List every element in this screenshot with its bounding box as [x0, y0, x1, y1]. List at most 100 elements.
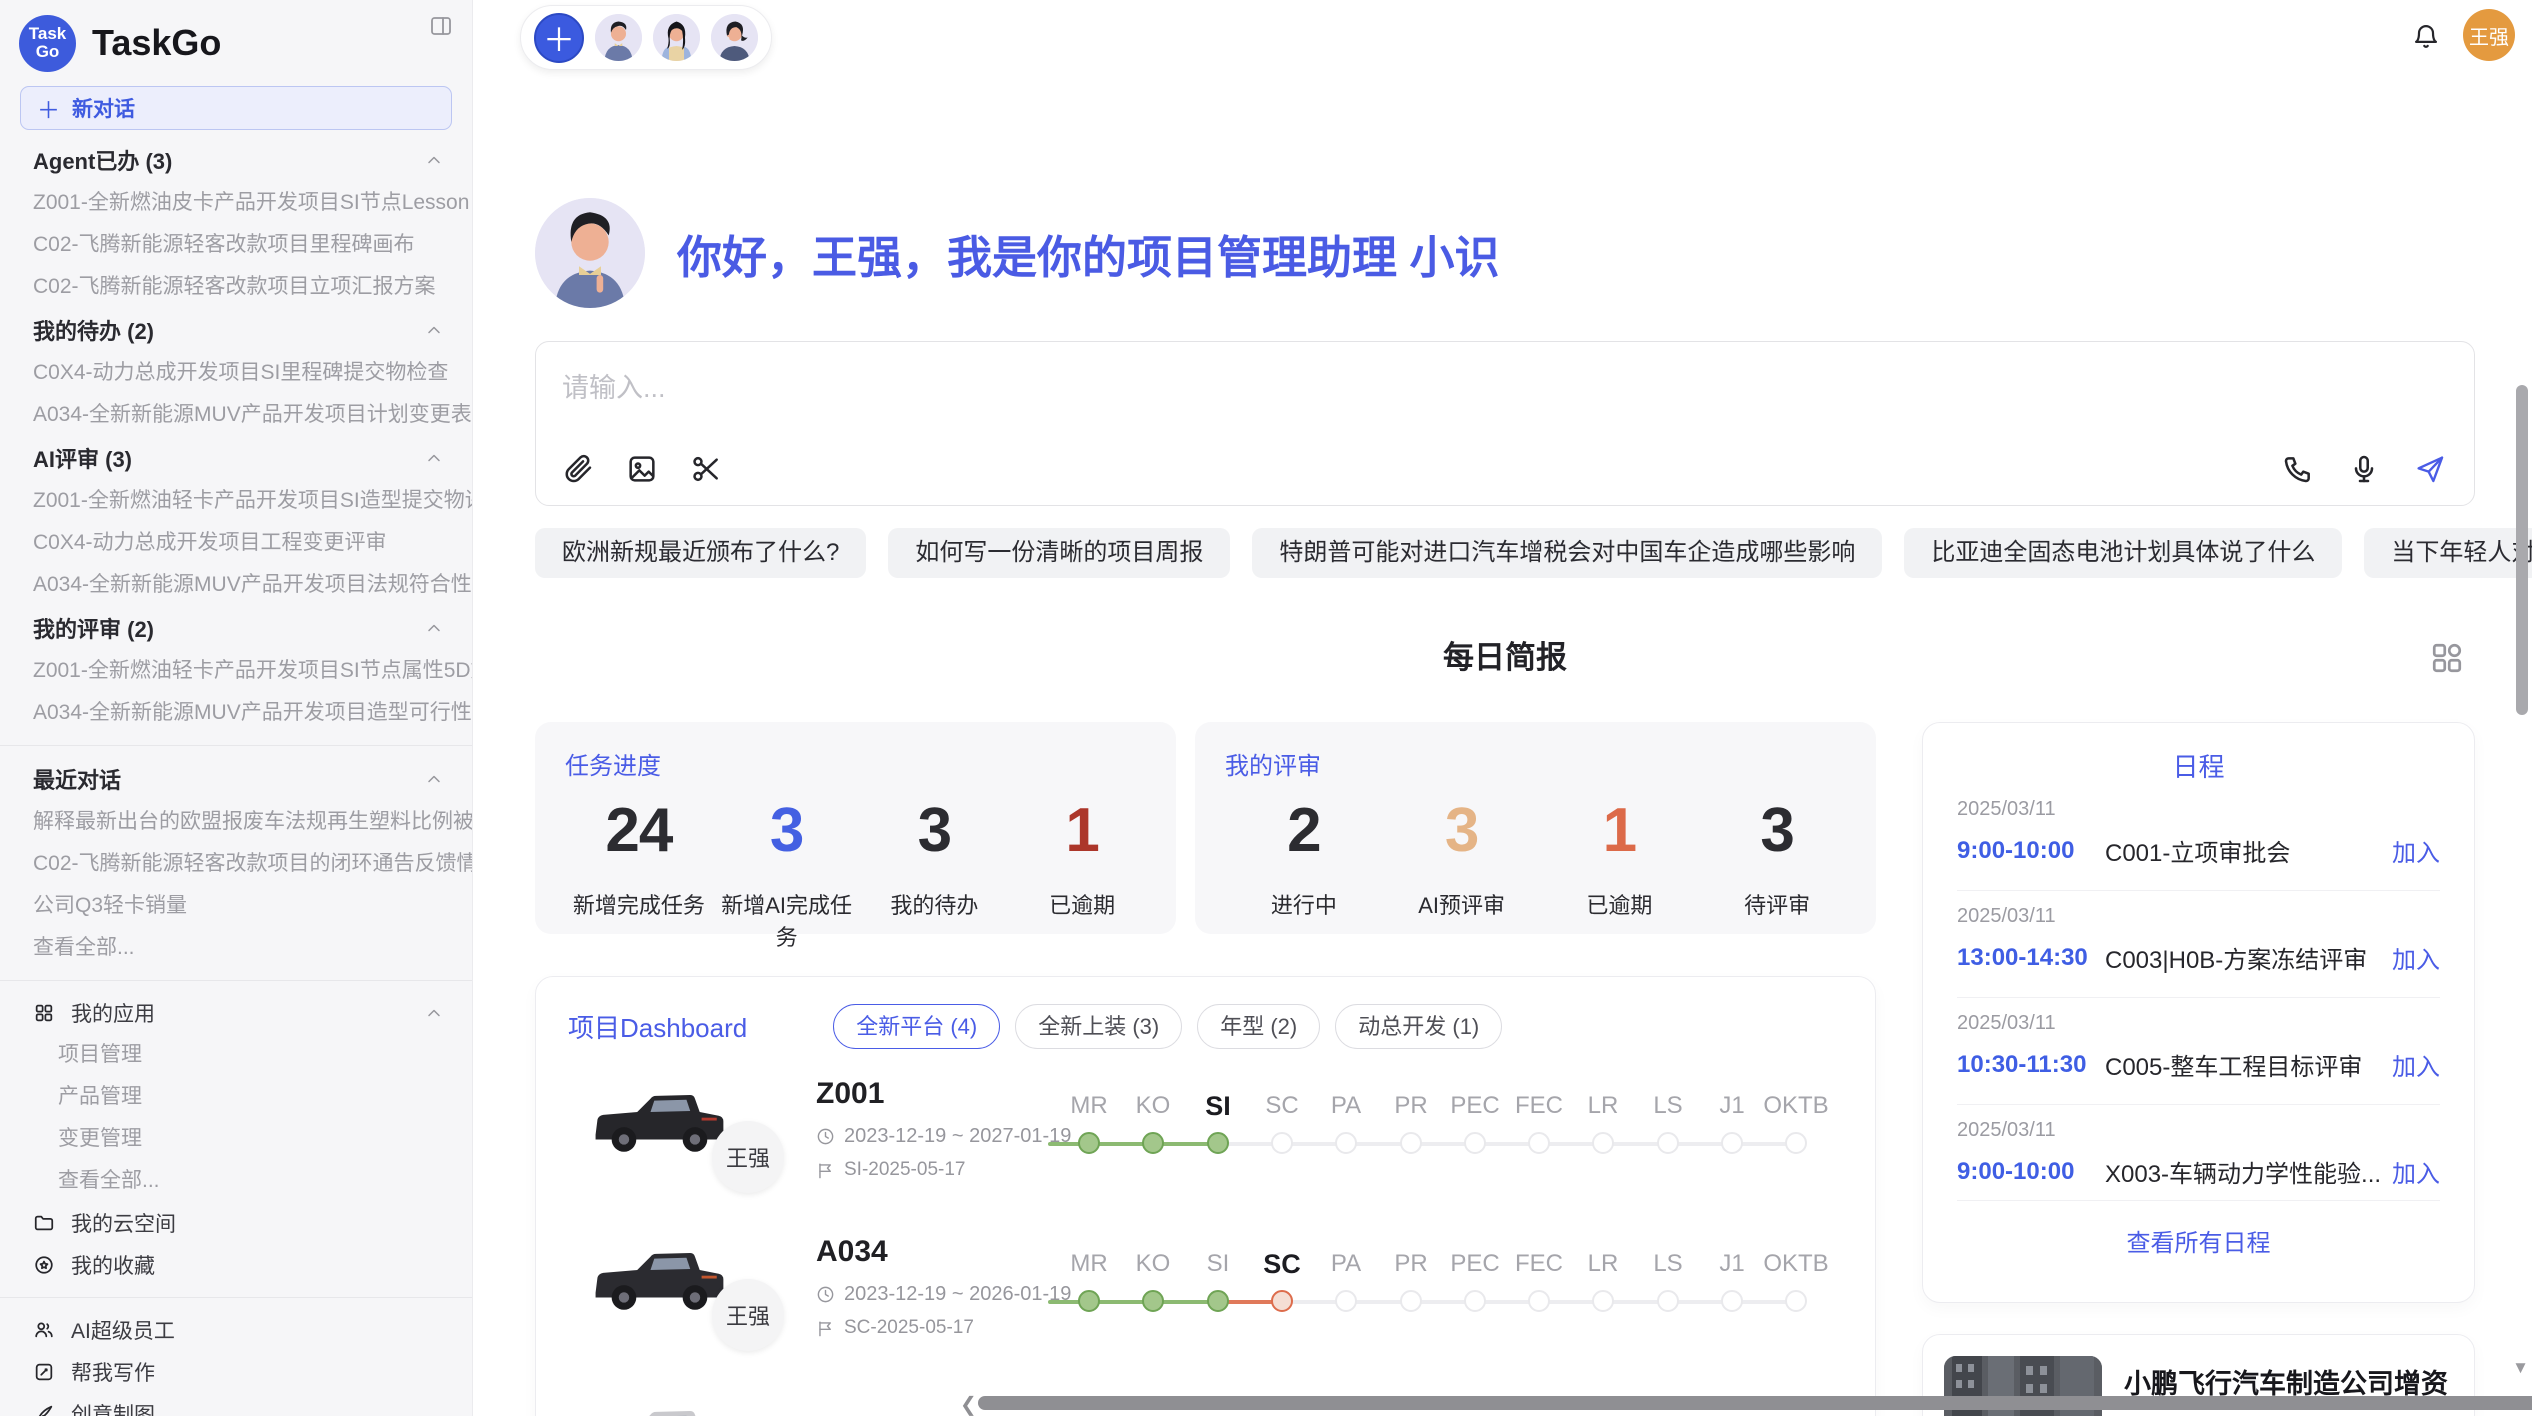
- milestone-dot[interactable]: [1657, 1290, 1679, 1312]
- contact-avatar[interactable]: [711, 14, 758, 61]
- chevron-up-icon[interactable]: [424, 769, 444, 789]
- sidebar-item[interactable]: 公司Q3轻卡销量: [0, 885, 472, 927]
- microphone-icon[interactable]: [2348, 453, 2380, 485]
- phone-icon[interactable]: [2282, 453, 2314, 485]
- group-ai-review[interactable]: AI评审 (3): [0, 436, 472, 480]
- sidebar-item-product-mgmt[interactable]: 产品管理: [0, 1076, 472, 1118]
- scissors-icon[interactable]: [690, 453, 722, 485]
- hscrollbar-left-arrow[interactable]: ❮: [960, 1392, 977, 1416]
- sidebar-item-cloud-space[interactable]: 我的云空间: [0, 1202, 472, 1244]
- assistant-greeting-block: 你好，王强，我是你的项目管理助理 小识: [535, 198, 1500, 308]
- chevron-up-icon[interactable]: [424, 448, 444, 468]
- milestone-dot[interactable]: [1592, 1290, 1614, 1312]
- chevron-up-icon[interactable]: [424, 1003, 444, 1023]
- milestone-dot[interactable]: [1207, 1132, 1229, 1154]
- filter-pill[interactable]: 全新平台 (4): [833, 1004, 1000, 1049]
- sidebar-item[interactable]: C0X4-动力总成开发项目工程变更评审: [0, 522, 472, 564]
- collapse-sidebar-icon[interactable]: [429, 14, 453, 38]
- milestone-dot[interactable]: [1785, 1132, 1807, 1154]
- sidebar-item[interactable]: C02-飞腾新能源轻客改款项目里程碑画布: [0, 224, 472, 266]
- join-link[interactable]: 加入: [2392, 940, 2440, 975]
- milestone-dot[interactable]: [1721, 1132, 1743, 1154]
- vertical-scrollbar[interactable]: [2516, 385, 2528, 715]
- sidebar-item[interactable]: A034-全新新能源MUV产品开发项目造型可行性评审: [0, 692, 472, 734]
- suggestion-chip[interactable]: 比亚迪全固态电池计划具体说了什么: [1904, 528, 2342, 578]
- sidebar-item-project-mgmt[interactable]: 项目管理: [0, 1034, 472, 1076]
- chat-input[interactable]: 请输入...: [535, 341, 2475, 506]
- layout-grid-icon[interactable]: [2429, 640, 2465, 676]
- milestone-dot[interactable]: [1528, 1290, 1550, 1312]
- clock-icon: [816, 1127, 835, 1146]
- milestone-dot[interactable]: [1271, 1132, 1293, 1154]
- notification-bell-icon[interactable]: [2412, 22, 2440, 50]
- add-contact-button[interactable]: ＋: [534, 13, 584, 63]
- filter-pill[interactable]: 年型 (2): [1197, 1004, 1320, 1049]
- vscrollbar-down-arrow[interactable]: ▼: [2512, 1358, 2529, 1378]
- sidebar-item-help-write[interactable]: 帮我写作: [0, 1351, 472, 1393]
- project-row[interactable]: 王强 Z001 2023-12-19 ~ 2027-01-19 SI-2025-…: [536, 1063, 1875, 1221]
- group-recent-chats[interactable]: 最近对话: [0, 757, 472, 801]
- group-my-review[interactable]: 我的评审 (2): [0, 606, 472, 650]
- sidebar-item-view-all[interactable]: 查看全部...: [0, 927, 472, 969]
- project-row[interactable]: 王强 A034 2023-12-19 ~ 2026-01-19 SC-2025-…: [536, 1221, 1875, 1379]
- horizontal-scrollbar[interactable]: [978, 1396, 2532, 1410]
- sidebar-item-view-all-apps[interactable]: 查看全部...: [0, 1160, 472, 1202]
- sidebar-item-favorites[interactable]: 我的收藏: [0, 1244, 472, 1286]
- suggestion-chip[interactable]: 欧洲新规最近颁布了什么?: [535, 528, 866, 578]
- sidebar-item[interactable]: Z001-全新燃油轻卡产品开发项目SI造型提交物评审: [0, 480, 472, 522]
- sidebar-item[interactable]: 解释最新出台的欧盟报废车法规再生塑料比例被调至15%...: [0, 801, 472, 843]
- milestone-dot[interactable]: [1785, 1290, 1807, 1312]
- milestone-dot[interactable]: [1335, 1290, 1357, 1312]
- milestone-dot[interactable]: [1592, 1132, 1614, 1154]
- sidebar-item[interactable]: Z001-全新燃油轻卡产品开发项目SI节点属性5D文件评审: [0, 650, 472, 692]
- quick-contacts-bar: ＋: [520, 5, 772, 70]
- filter-pill[interactable]: 动总开发 (1): [1335, 1004, 1502, 1049]
- image-icon[interactable]: [626, 453, 658, 485]
- suggestion-chip[interactable]: 特朗普可能对进口汽车增税会对中国车企造成哪些影响: [1252, 528, 1882, 578]
- milestone-dot[interactable]: [1207, 1290, 1229, 1312]
- milestone-dot[interactable]: [1400, 1132, 1422, 1154]
- assistant-avatar: [535, 198, 645, 308]
- sidebar-item[interactable]: A034-全新新能源MUV产品开发项目法规符合性评审: [0, 564, 472, 606]
- sidebar-item[interactable]: Z001-全新燃油皮卡产品开发项目SI节点Lesson Learn报告: [0, 182, 472, 224]
- join-link[interactable]: 加入: [2392, 833, 2440, 868]
- sidebar-item[interactable]: C02-飞腾新能源轻客改款项目的闭环通告反馈情况: [0, 843, 472, 885]
- sidebar-item-ai-staff[interactable]: AI超级员工: [0, 1309, 472, 1351]
- join-link[interactable]: 加入: [2392, 1047, 2440, 1082]
- milestone-dot[interactable]: [1078, 1132, 1100, 1154]
- chevron-up-icon[interactable]: [424, 618, 444, 638]
- milestone-dot[interactable]: [1464, 1132, 1486, 1154]
- milestone-dot[interactable]: [1400, 1290, 1422, 1312]
- suggestion-chip[interactable]: 当下年轻人对汽车外观有怎样的喜好趋势: [2364, 528, 2532, 578]
- send-icon[interactable]: [2414, 453, 2446, 485]
- join-link[interactable]: 加入: [2392, 1154, 2440, 1189]
- contact-avatar[interactable]: [653, 14, 700, 61]
- group-agent-done[interactable]: Agent已办 (3): [0, 138, 472, 182]
- group-my-todo[interactable]: 我的待办 (2): [0, 308, 472, 352]
- sidebar-item[interactable]: A034-全新新能源MUV产品开发项目计划变更表编写: [0, 394, 472, 436]
- milestone-dot[interactable]: [1142, 1290, 1164, 1312]
- sidebar-item-change-mgmt[interactable]: 变更管理: [0, 1118, 472, 1160]
- milestone-dot[interactable]: [1078, 1290, 1100, 1312]
- project-owner-badge: 王强: [712, 1121, 784, 1193]
- filter-pill[interactable]: 全新上装 (3): [1015, 1004, 1182, 1049]
- chevron-up-icon[interactable]: [424, 150, 444, 170]
- milestone-dot[interactable]: [1335, 1132, 1357, 1154]
- sidebar-item[interactable]: C02-飞腾新能源轻客改款项目立项汇报方案: [0, 266, 472, 308]
- sidebar-item[interactable]: C0X4-动力总成开发项目SI里程碑提交物检查: [0, 352, 472, 394]
- milestone-dot[interactable]: [1142, 1132, 1164, 1154]
- paperclip-icon[interactable]: [562, 453, 594, 485]
- milestone-dot[interactable]: [1528, 1132, 1550, 1154]
- new-chat-button[interactable]: ＋ 新对话: [20, 86, 452, 130]
- chevron-up-icon[interactable]: [424, 320, 444, 340]
- view-all-schedule-link[interactable]: 查看所有日程: [1957, 1223, 2440, 1258]
- contact-avatar[interactable]: [595, 14, 642, 61]
- milestone-dot[interactable]: [1464, 1290, 1486, 1312]
- milestone-dot[interactable]: [1271, 1290, 1293, 1312]
- milestone-dot[interactable]: [1721, 1290, 1743, 1312]
- milestone-dot[interactable]: [1657, 1132, 1679, 1154]
- user-avatar[interactable]: 王强: [2463, 9, 2515, 61]
- sidebar-item-creative-draw[interactable]: 创意制图: [0, 1393, 472, 1416]
- suggestion-chip[interactable]: 如何写一份清晰的项目周报: [888, 528, 1230, 578]
- sidebar-item-my-apps[interactable]: 我的应用: [0, 992, 472, 1034]
